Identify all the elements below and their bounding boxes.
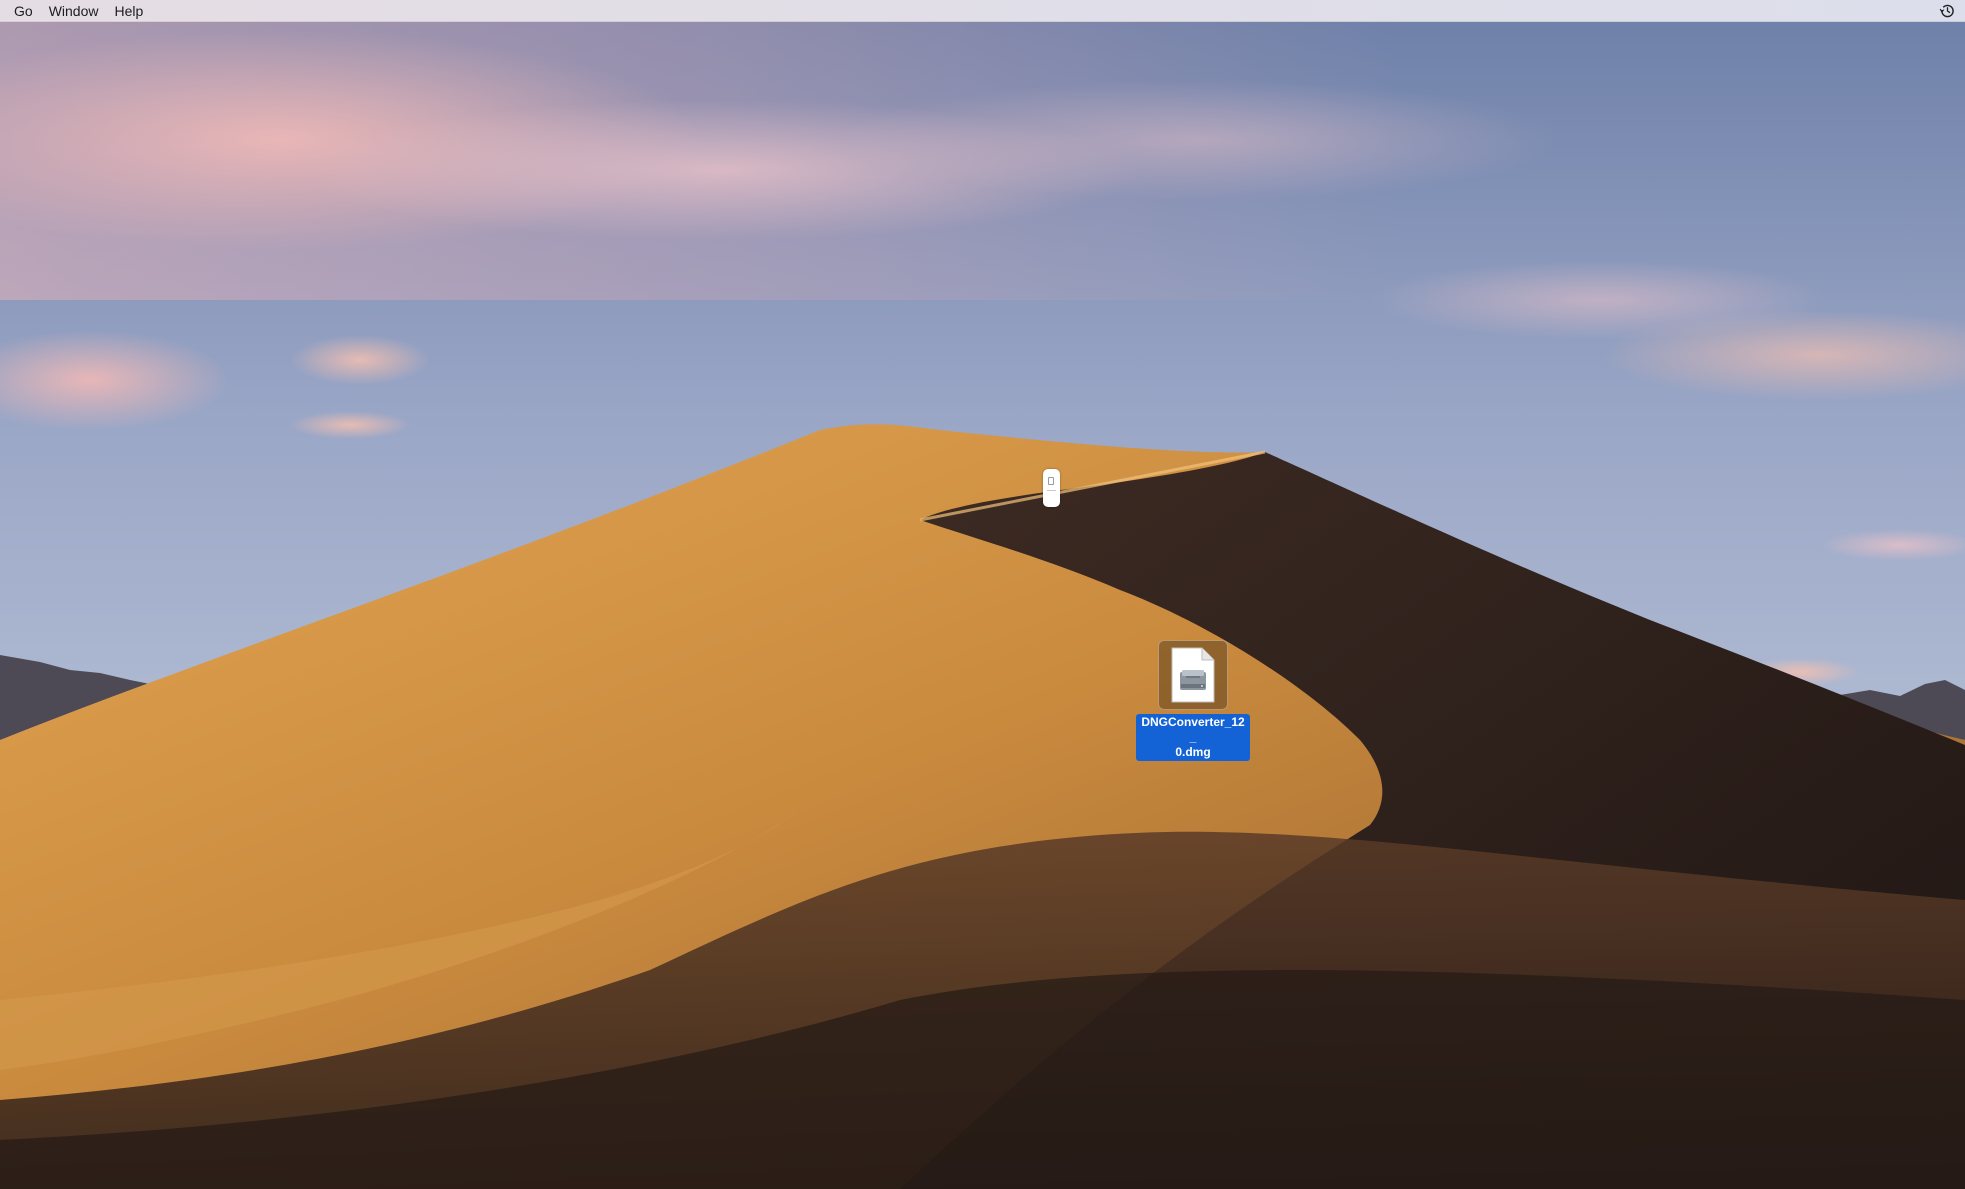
disk-image-icon xyxy=(1171,647,1215,703)
menu-bar: Go Window Help xyxy=(0,0,1965,22)
desktop-wallpaper xyxy=(0,0,1965,1189)
menu-window[interactable]: Window xyxy=(41,0,107,22)
menu-go[interactable]: Go xyxy=(0,0,41,22)
time-machine-icon[interactable] xyxy=(1937,1,1957,21)
drag-handle-icon[interactable] xyxy=(1043,469,1060,507)
file-name-label: DNGConverter_12_ 0.dmg xyxy=(1136,714,1250,761)
handle-divider xyxy=(1047,490,1056,491)
desktop-file-dngconverter-dmg[interactable]: DNGConverter_12_ 0.dmg xyxy=(1128,640,1258,761)
desktop[interactable]: Go Window Help DNGConverter_12_ 0.dmg xyxy=(0,0,1965,1189)
file-name-line-1: DNGConverter_12_ xyxy=(1141,715,1245,744)
file-icon-selection xyxy=(1158,640,1228,710)
menu-help[interactable]: Help xyxy=(106,0,151,22)
grip-icon xyxy=(1048,477,1054,485)
file-name-line-2: 0.dmg xyxy=(1175,745,1211,759)
